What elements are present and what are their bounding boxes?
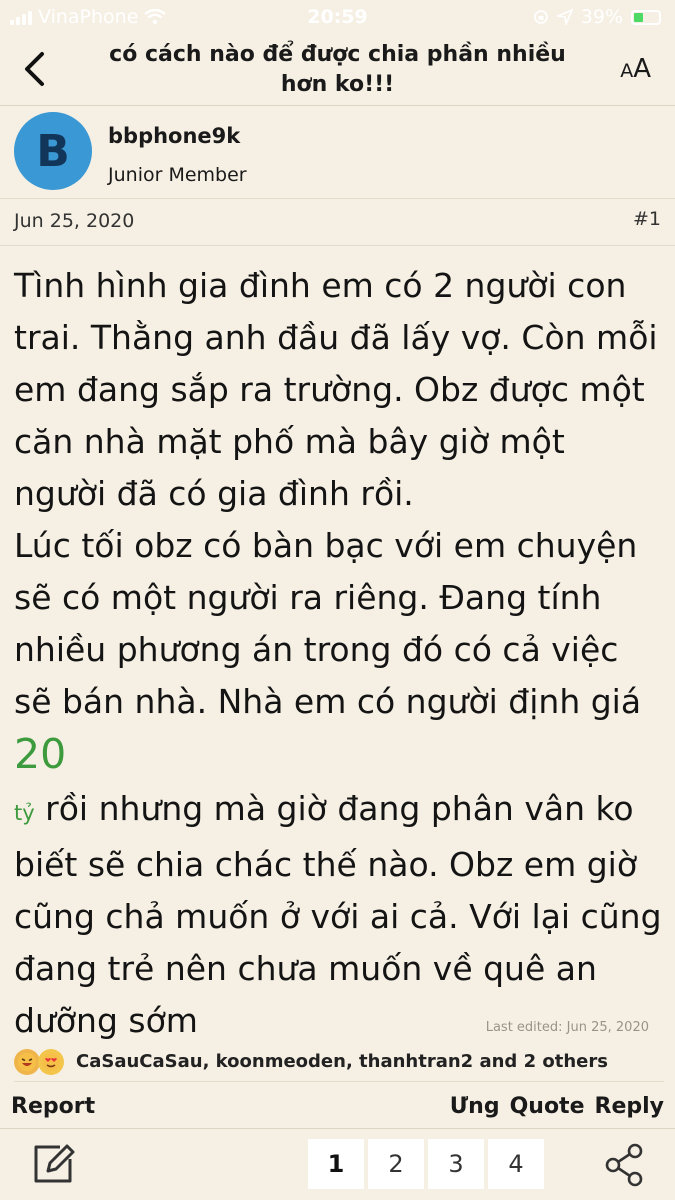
page-button-4[interactable]: 4 xyxy=(488,1139,544,1189)
reaction-names[interactable]: CaSauCaSau, koonmeoden, thanhtran2 and 2… xyxy=(76,1051,608,1072)
reactions-bar[interactable]: CaSauCaSau, koonmeoden, thanhtran2 and 2… xyxy=(14,1042,664,1082)
chevron-left-icon xyxy=(25,52,44,86)
battery-icon xyxy=(631,9,661,25)
author-name[interactable]: bbphone9k xyxy=(108,124,240,148)
price-unit: tỷ xyxy=(14,801,35,825)
thread-screen: VinaPhone 20:59 39% có cách nào để được … xyxy=(0,0,675,1200)
post-paragraph-2: Lúc tối obz có bàn bạc với em chuyện sẽ … xyxy=(14,526,642,721)
post-actions: Report Ưng Quote Reply xyxy=(0,1090,675,1126)
rotation-lock-icon xyxy=(533,10,548,24)
post-meta: Jun 25, 2020 #1 xyxy=(0,200,675,246)
report-button[interactable]: Report xyxy=(11,1094,95,1119)
quote-button[interactable]: Quote xyxy=(510,1094,585,1119)
text-size-button[interactable]: AA xyxy=(620,54,651,84)
battery-fill xyxy=(634,12,644,22)
post-author: B bbphone9k Junior Member xyxy=(0,106,675,199)
haha-reaction-icon xyxy=(14,1048,40,1075)
price-value: 20 xyxy=(14,730,67,778)
page-button-3[interactable]: 3 xyxy=(428,1139,484,1189)
last-edited: Last edited: Jun 25, 2020 xyxy=(485,1020,649,1035)
status-right: 39% xyxy=(533,6,661,28)
back-button[interactable] xyxy=(14,44,54,94)
page-button-2[interactable]: 2 xyxy=(368,1139,424,1189)
reply-button[interactable]: Reply xyxy=(595,1094,665,1119)
location-icon xyxy=(556,9,573,25)
compose-button[interactable] xyxy=(30,1141,76,1187)
post-date[interactable]: Jun 25, 2020 xyxy=(14,210,134,232)
post-action-group: Ưng Quote Reply xyxy=(450,1094,664,1119)
share-icon xyxy=(605,1143,643,1187)
compose-icon xyxy=(34,1144,75,1183)
battery-percent: 39% xyxy=(580,6,623,28)
post-body: Tình hình gia đình em có 2 người con tra… xyxy=(14,260,664,1047)
post-number[interactable]: #1 xyxy=(633,208,661,230)
post-paragraph-1: Tình hình gia đình em có 2 người con tra… xyxy=(14,266,658,513)
page-button-1[interactable]: 1 xyxy=(308,1139,364,1189)
pagination: 1234 xyxy=(308,1139,544,1189)
like-button[interactable]: Ưng xyxy=(450,1094,500,1119)
share-button[interactable] xyxy=(605,1143,645,1187)
thread-title: có cách nào để được chia phần nhiều hơn … xyxy=(109,42,566,97)
text-size-large-glyph: A xyxy=(633,54,651,84)
bottom-toolbar: 1234 xyxy=(0,1128,675,1200)
status-bar: VinaPhone 20:59 39% xyxy=(0,0,675,34)
avatar[interactable]: B xyxy=(14,112,92,190)
author-rank: Junior Member xyxy=(108,164,247,186)
love-reaction-icon xyxy=(38,1048,64,1075)
thread-header: có cách nào để được chia phần nhiều hơn … xyxy=(0,34,675,106)
text-size-small-glyph: A xyxy=(620,60,634,82)
post-paragraph-3: rồi nhưng mà giờ đang phân vân ko biết s… xyxy=(14,789,662,1040)
